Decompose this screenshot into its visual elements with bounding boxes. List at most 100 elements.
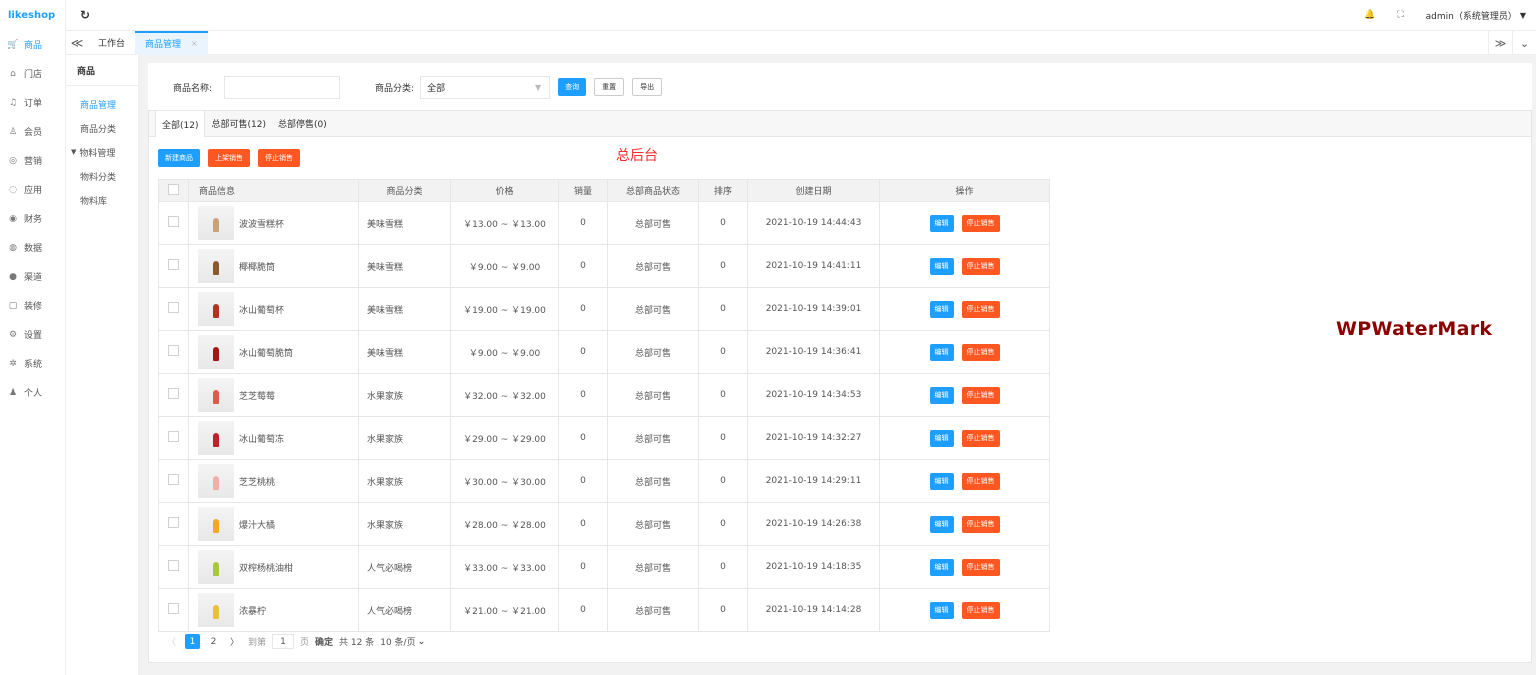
next-page-icon[interactable]: 〉 [227,634,242,649]
edit-button[interactable]: 编辑 [929,601,954,619]
date-cell: 2021-10-19 14:34:53 [747,373,880,417]
sidebar-item-0[interactable]: 🛒 商品 [0,30,65,59]
sidebar-item-10[interactable]: ⚙ 设置 [0,320,65,349]
edit-button[interactable]: 编辑 [929,472,954,490]
finance-icon: ◉ [9,213,17,224]
tab-on-sale[interactable]: 总部可售(12) [205,111,271,136]
edit-button[interactable]: 编辑 [929,429,954,447]
row-checkbox[interactable] [168,560,179,571]
sales-cell: 0 [558,545,608,589]
sidebar-item-1[interactable]: ⌂ 门店 [0,59,65,88]
edit-button[interactable]: 编辑 [929,386,954,404]
edit-button[interactable]: 编辑 [929,300,954,318]
category-cell: 人气必喝榜 [358,545,451,589]
tab-stopped[interactable]: 总部停售(0) [272,111,333,136]
per-page-select[interactable]: 10 条/页 ⌄ [380,634,425,649]
sidebar-item-3[interactable]: ♙ 会员 [0,117,65,146]
goto-confirm-button[interactable]: 确定 [315,635,333,648]
name-input[interactable] [224,75,341,99]
bulk-stop-button[interactable]: 停止销售 [258,149,300,167]
apps-icon: ◌ [9,184,17,195]
stop-sale-button[interactable]: 停止销售 [961,214,1000,232]
submenu-item-material-library[interactable]: 物料库 [66,188,138,212]
create-goods-button[interactable]: 新建商品 [158,149,200,167]
tabs-dropdown-icon[interactable]: ⌄ [1512,31,1536,55]
prev-page-icon[interactable]: 〈 [164,634,179,649]
submenu-group-material[interactable]: ▼ 物料管理 [66,140,138,164]
ops-cell: 编辑 停止销售 [879,373,1050,417]
row-checkbox[interactable] [168,603,179,614]
ops-cell: 编辑 停止销售 [879,545,1050,589]
reset-button[interactable]: 重置 [594,78,625,96]
marketing-icon: ◎ [9,155,17,166]
close-icon[interactable]: × [191,39,198,48]
stop-sale-button[interactable]: 停止销售 [961,601,1000,619]
fullscreen-icon[interactable]: ⛶ [1397,10,1403,20]
edit-button[interactable]: 编辑 [929,558,954,576]
select-all-checkbox[interactable] [168,183,179,195]
date-cell: 2021-10-19 14:29:11 [747,459,880,503]
tabs-scroll-right-icon[interactable]: ≫ [1488,31,1512,55]
row-checkbox[interactable] [168,431,179,442]
category-value: 全部 [427,83,446,94]
sidebar-item-2[interactable]: ♫ 订单 [0,88,65,117]
sidebar-item-11[interactable]: ✲ 系统 [0,349,65,378]
goods-table: 商品信息 商品分类 价格 销量 总部商品状态 排序 创建日期 操作 波波雪糕杯美… [158,179,1522,632]
sidebar-item-4[interactable]: ◎ 营销 [0,146,65,175]
stop-sale-button[interactable]: 停止销售 [961,515,1000,533]
row-checkbox[interactable] [168,259,179,270]
submenu-item-goods-management[interactable]: 商品管理 [66,92,138,116]
main-sidebar: likeshop 🛒 商品 ⌂ 门店 ♫ 订单 ♙ 会员 ◎ 营销 ◌ 应用 ◉ 财务 ◍ 数据 ● 渠道 ▢ 装修 ⚙… [0,0,66,675]
product-name: 芝芝桃桃 [239,477,276,488]
sidebar-item-9[interactable]: ▢ 装修 [0,291,65,320]
goto-input[interactable]: 1 [272,634,295,649]
user-menu[interactable]: admin（系统管理员） ▼ [1426,9,1526,22]
sidebar-item-7[interactable]: ◍ 数据 [0,233,65,262]
stop-sale-button[interactable]: 停止销售 [961,300,1000,318]
search-button[interactable]: 查询 [558,78,587,96]
tab-goods-management[interactable]: 商品管理 × [135,30,208,55]
row-checkbox[interactable] [168,388,179,399]
edit-button[interactable]: 编辑 [929,343,954,361]
tab-workbench[interactable]: 工作台 [88,31,135,55]
submenu-item-goods-category[interactable]: 商品分类 [66,116,138,140]
row-checkbox[interactable] [168,302,179,313]
product-cell: 爆汁大橘 [188,502,359,546]
submenu-item-material-category[interactable]: 物料分类 [66,164,138,188]
edit-button[interactable]: 编辑 [929,257,954,275]
bulk-on-sale-button[interactable]: 上架销售 [208,149,250,167]
sort-cell: 0 [698,373,748,417]
sidebar-item-6[interactable]: ◉ 财务 [0,204,65,233]
sort-cell: 0 [698,459,748,503]
page-2[interactable]: 2 [206,634,221,649]
category-select[interactable]: 全部 ▼ [420,75,551,99]
row-checkbox[interactable] [168,216,179,227]
product-cell: 冰山葡萄冻 [188,416,359,460]
sidebar-item-12[interactable]: ♟ 个人 [0,378,65,407]
edit-button[interactable]: 编辑 [929,515,954,533]
stop-sale-button[interactable]: 停止销售 [961,343,1000,361]
stop-sale-button[interactable]: 停止销售 [961,386,1000,404]
tab-all[interactable]: 全部(12) [155,111,206,137]
stop-sale-button[interactable]: 停止销售 [961,257,1000,275]
edit-button[interactable]: 编辑 [929,214,954,232]
sidebar-item-8[interactable]: ● 渠道 [0,262,65,291]
col-header: 操作 [879,179,1050,202]
row-checkbox[interactable] [168,517,179,528]
stop-sale-button[interactable]: 停止销售 [961,429,1000,447]
bell-icon[interactable]: 🔔 [1364,10,1375,20]
export-button[interactable]: 导出 [632,78,663,96]
stop-sale-button[interactable]: 停止销售 [961,472,1000,490]
refresh-icon[interactable]: ↻ [80,8,90,22]
page-1[interactable]: 1 [185,634,200,649]
row-checkbox[interactable] [168,345,179,356]
ops-cell: 编辑 停止销售 [879,502,1050,546]
sidebar-item-5[interactable]: ◌ 应用 [0,175,65,204]
product-cell: 双榨杨桃油柑 [188,545,359,589]
product-info: 冰山葡萄杯 [189,292,358,326]
sales-cell: 0 [558,416,608,460]
stop-sale-button[interactable]: 停止销售 [961,558,1000,576]
row-checkbox[interactable] [168,474,179,485]
sidebar-item-label: 会员 [24,128,43,138]
tabs-scroll-left-icon[interactable]: ≪ [66,36,88,50]
